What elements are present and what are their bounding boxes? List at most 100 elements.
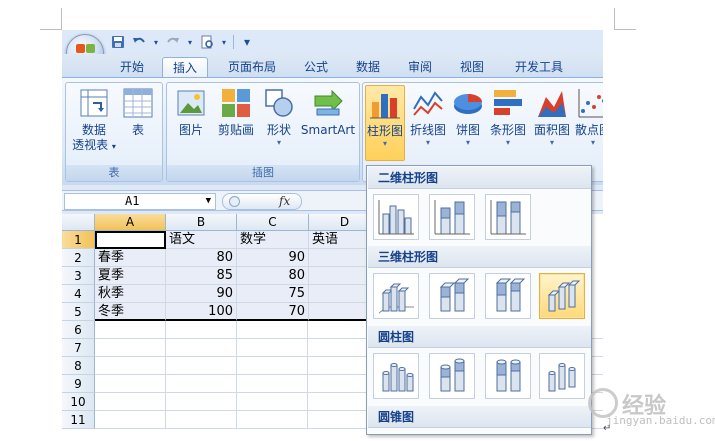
formula-bar-resize-icon[interactable] <box>229 196 240 207</box>
3d-cylinder-option[interactable] <box>539 353 585 399</box>
chevron-down-icon: ▾ <box>276 138 281 147</box>
clustered-column-option[interactable] <box>373 194 419 240</box>
undo-icon[interactable] <box>131 34 147 50</box>
chevron-down-icon: ▾ <box>505 138 510 147</box>
table-label: 表 <box>131 123 144 137</box>
row-header-10[interactable]: 10 <box>62 393 95 411</box>
3d-clustered-column-option[interactable] <box>373 273 419 319</box>
row-header-5[interactable]: 5 <box>62 303 95 321</box>
row-header-4[interactable]: 4 <box>62 285 95 303</box>
3d-percent-stacked-column-option[interactable] <box>485 273 531 319</box>
stacked-cylinder-option[interactable] <box>429 353 475 399</box>
smartart-button[interactable]: SmartArt <box>299 87 357 138</box>
name-box[interactable]: A1 ▼ <box>64 193 216 210</box>
clipart-icon <box>220 87 252 119</box>
select-all-corner[interactable] <box>62 214 95 231</box>
chevron-down-icon: ▾ <box>382 139 387 148</box>
undo-dropdown-icon[interactable]: ▾ <box>152 34 160 50</box>
picture-label: 图片 <box>178 123 203 137</box>
scatter-chart-label: 散点图 <box>575 123 603 137</box>
shapes-label: 形状 <box>266 123 291 137</box>
clipart-button[interactable]: 剪贴画 <box>213 87 259 138</box>
line-chart-label: 折线图 <box>409 123 446 137</box>
cell-A2[interactable]: 春季 <box>95 249 166 267</box>
tab-view[interactable]: 视图 <box>452 57 492 77</box>
area-chart-icon <box>536 87 568 119</box>
area-chart-button[interactable]: 面积图 ▾ <box>531 87 573 148</box>
shapes-button[interactable]: 形状 ▾ <box>261 87 297 148</box>
redo-icon[interactable] <box>165 34 181 50</box>
row-header-3[interactable]: 3 <box>62 267 95 285</box>
cell-C3[interactable]: 80 <box>237 267 309 285</box>
stacked-column-option[interactable] <box>429 194 475 240</box>
3d-column-option[interactable] <box>539 273 585 319</box>
cell-B1[interactable]: 语文 <box>166 231 237 249</box>
toolbar-separator <box>233 35 234 49</box>
cell-A3[interactable]: 夏季 <box>95 267 166 285</box>
pivot-table-button[interactable]: 数据 透视表 ▾ <box>72 87 116 154</box>
chevron-down-icon[interactable]: ▼ <box>206 194 211 209</box>
column-header-A[interactable]: A <box>95 214 166 231</box>
cell-A4[interactable]: 秋季 <box>95 285 166 303</box>
row-header-2[interactable]: 2 <box>62 249 95 267</box>
row-header-8[interactable]: 8 <box>62 357 95 375</box>
column-chart-gallery: 二维柱形图 三维柱形图 圆柱图 圆锥图 <box>366 165 592 435</box>
table-button[interactable]: 表 <box>120 87 156 138</box>
cell-C4[interactable]: 75 <box>237 285 309 303</box>
pivot-table-label-line2: 透视表 <box>72 138 109 152</box>
scatter-chart-button[interactable]: 散点图 ▾ <box>575 87 603 148</box>
column-header-B[interactable]: B <box>166 214 237 231</box>
3d-stacked-column-option[interactable] <box>429 273 475 319</box>
row-header-9[interactable]: 9 <box>62 375 95 393</box>
clipart-label: 剪贴画 <box>217 123 254 137</box>
percent-stacked-cylinder-option[interactable] <box>485 353 531 399</box>
cell-C1[interactable]: 数学 <box>237 231 309 249</box>
area-chart-label: 面积图 <box>533 123 570 137</box>
clustered-cylinder-option[interactable] <box>373 353 419 399</box>
tab-page-layout[interactable]: 页面布局 <box>220 57 284 77</box>
tab-home[interactable]: 开始 <box>110 57 154 77</box>
print-preview-icon[interactable] <box>199 34 215 50</box>
table-icon <box>122 87 154 119</box>
insert-function-button[interactable]: fx <box>279 194 290 209</box>
cell-B2[interactable]: 80 <box>166 249 237 267</box>
picture-button[interactable]: 图片 <box>171 87 211 138</box>
bar-chart-button[interactable]: 条形图 ▾ <box>487 87 529 148</box>
row-header-6[interactable]: 6 <box>62 321 95 339</box>
column-chart-button[interactable]: 柱形图 ▾ <box>365 85 405 161</box>
row-header-11[interactable]: 11 <box>62 411 95 429</box>
tab-insert[interactable]: 插入 <box>162 57 208 77</box>
chevron-down-icon: ▾ <box>111 142 116 151</box>
redo-dropdown-icon[interactable]: ▾ <box>186 34 194 50</box>
smartart-label: SmartArt <box>300 123 356 137</box>
cell-C2[interactable]: 90 <box>237 249 309 267</box>
gallery-section-2d-column: 二维柱形图 <box>368 167 591 189</box>
pie-chart-label: 饼图 <box>455 123 480 137</box>
customize-toolbar-icon[interactable]: ▾ <box>239 34 255 50</box>
cell-A1[interactable] <box>95 231 166 249</box>
percent-stacked-column-option[interactable] <box>485 194 531 240</box>
cell-B5[interactable]: 100 <box>166 303 237 321</box>
print-preview-dropdown-icon[interactable]: ▾ <box>220 34 228 50</box>
chevron-down-icon: ▾ <box>425 138 430 147</box>
tab-data[interactable]: 数据 <box>348 57 388 77</box>
row-header-1[interactable]: 1 <box>62 231 95 249</box>
line-chart-button[interactable]: 折线图 ▾ <box>407 87 449 148</box>
column-header-C[interactable]: C <box>237 214 309 231</box>
pie-chart-button[interactable]: 饼图 ▾ <box>451 87 485 148</box>
cell-C5[interactable]: 70 <box>237 303 309 321</box>
tab-developer[interactable]: 开发工具 <box>506 57 572 77</box>
smartart-icon <box>312 87 344 119</box>
page-corner-mark <box>614 8 636 30</box>
tables-group-label: 表 <box>66 165 162 181</box>
tab-formulas[interactable]: 公式 <box>296 57 336 77</box>
tables-group: 数据 透视表 ▾ 表 表 <box>65 82 163 182</box>
save-icon[interactable] <box>110 34 126 50</box>
tab-review[interactable]: 审阅 <box>400 57 440 77</box>
row-header-7[interactable]: 7 <box>62 339 95 357</box>
chevron-down-icon: ▾ <box>465 138 470 147</box>
cell-B4[interactable]: 90 <box>166 285 237 303</box>
cell-A5[interactable]: 冬季 <box>95 303 166 321</box>
pivot-table-label-line1: 数据 <box>81 123 106 137</box>
cell-B3[interactable]: 85 <box>166 267 237 285</box>
